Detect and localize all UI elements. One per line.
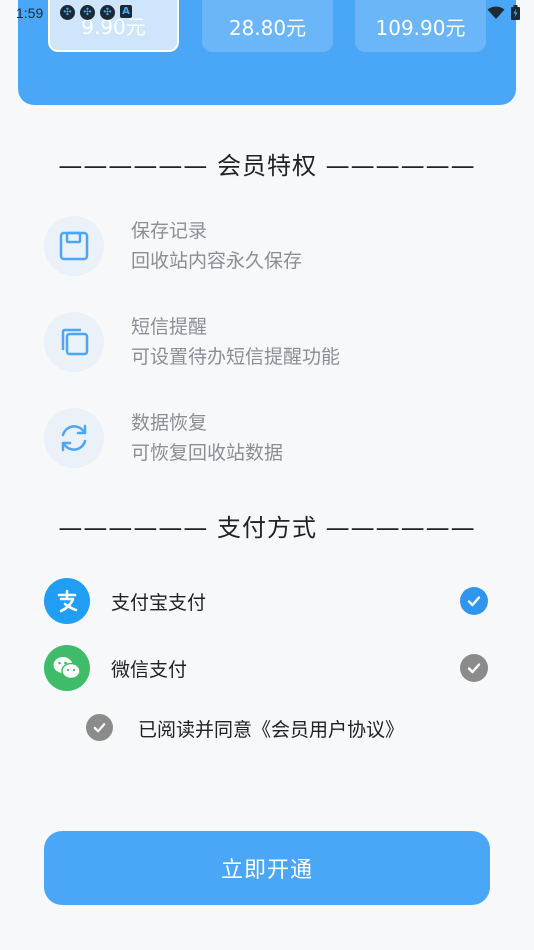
wechat-icon	[44, 645, 90, 691]
privileges-title: —————— 会员特权 ——————	[58, 152, 476, 180]
copy-icon	[44, 312, 104, 372]
privilege-item-restore: 数据恢复 可恢复回收站数据	[44, 408, 504, 472]
payment-option-wechat[interactable]: 微信支付	[44, 645, 494, 691]
privilege-item-save: 保存记录 回收站内容永久保存	[44, 216, 504, 280]
status-time: 1:59	[16, 5, 44, 21]
agreement-check-icon[interactable]	[86, 714, 113, 741]
sync-icon	[44, 408, 104, 468]
notification-icon: ✣	[100, 5, 115, 20]
payment-label: 支付宝支付	[111, 592, 207, 614]
privilege-desc: 可恢复回收站数据	[131, 442, 284, 464]
privilege-title: 短信提醒	[131, 316, 208, 338]
status-bar: 1:59 ✣ ✣ ✣ A	[0, 0, 534, 28]
battery-icon	[511, 5, 520, 20]
agreement-text[interactable]: 已阅读并同意《会员用户协议》	[138, 715, 404, 742]
notification-icon: ✣	[80, 5, 95, 20]
save-icon	[44, 216, 104, 276]
payment-title: —————— 支付方式 ——————	[58, 514, 476, 542]
privilege-desc: 可设置待办短信提醒功能	[131, 346, 341, 368]
payment-option-alipay[interactable]: 支付宝支付	[44, 578, 494, 624]
a-icon: A	[120, 5, 132, 18]
notification-icon: ✣	[60, 5, 75, 20]
privilege-item-sms: 短信提醒 可设置待办短信提醒功能	[44, 312, 504, 376]
alipay-icon	[44, 578, 90, 624]
agreement-row[interactable]: 已阅读并同意《会员用户协议》	[86, 714, 486, 742]
status-notifications: ✣ ✣ ✣ A	[60, 5, 132, 20]
privilege-title: 保存记录	[131, 220, 208, 242]
activate-button[interactable]: 立即开通	[44, 831, 490, 905]
privilege-desc: 回收站内容永久保存	[131, 250, 303, 272]
wifi-icon	[487, 6, 505, 19]
check-unselected-icon[interactable]	[460, 654, 488, 682]
check-selected-icon[interactable]	[460, 587, 488, 615]
status-right	[487, 5, 520, 20]
privilege-title: 数据恢复	[131, 412, 208, 434]
payment-label: 微信支付	[111, 659, 188, 681]
